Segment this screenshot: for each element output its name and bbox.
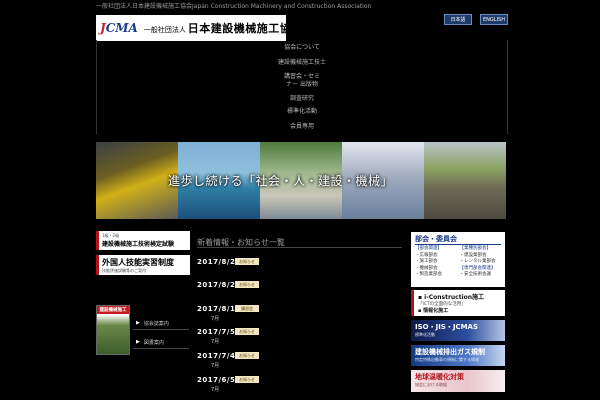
- menu-item-about[interactable]: 協会について: [97, 44, 507, 52]
- news-badge: お知らせ: [235, 328, 259, 335]
- news-text: 7月: [211, 316, 220, 322]
- side-link-journal[interactable]: ▶ 協会誌案内: [133, 317, 189, 330]
- arrow-right-icon: ▶: [136, 339, 140, 345]
- journal-cover[interactable]: 建設機械施工: [96, 305, 130, 355]
- news-date: 2017/8/2: [197, 281, 236, 289]
- main-menu: 協会について 建設機械施工技士 講習会・セミナー 出版物 調査研究 標準化活動 …: [96, 40, 508, 134]
- emission-sub: 特定特殊自動車の規制に関する情報: [415, 357, 479, 362]
- hero-photo-excavator: [424, 142, 506, 219]
- news-badge: お知らせ: [235, 258, 259, 265]
- committee-heading: 【業種別部会】: [459, 246, 492, 251]
- i-construction-title: ▪ i-Construction施工: [418, 294, 485, 301]
- journal-cover-title: 建設機械施工: [97, 306, 129, 314]
- side-links: ▶ 協会誌案内 ▶ 図書案内: [133, 315, 189, 349]
- news-badge: お知らせ: [235, 281, 259, 288]
- foreign-trainee-sub: 技能評価試験等のご案内: [102, 268, 146, 273]
- committee-link[interactable]: 安全技術会議: [460, 272, 502, 279]
- standards-title: ISO・JIS・JCMAS: [415, 323, 479, 331]
- arrow-right-icon: ▶: [136, 320, 140, 326]
- global-warming-title: 地球温暖化対策: [415, 373, 464, 381]
- lang-english-button[interactable]: ENGLISH: [480, 14, 508, 25]
- logo-main-name: 日本建設機械施工協会: [187, 22, 303, 35]
- news-badge: お知らせ: [235, 376, 259, 383]
- news-date: 2017/6/5: [197, 376, 236, 384]
- news-badge: お知らせ: [235, 352, 259, 359]
- committees-title: 部会・委員会: [415, 234, 501, 245]
- emission-title: 建設機械排出ガス規制: [415, 348, 485, 356]
- committees-box: 部会・委員会 【部会関連】 広報部会 施工部会 機械部会 製造業部会 【業種別部…: [411, 232, 505, 287]
- site-tagline: 一般社団法人日本建設機械施工協会Japan Construction Machi…: [96, 3, 372, 10]
- standards-sub: 標準化活動: [415, 332, 435, 337]
- news-date: 2017/7/4: [197, 352, 236, 360]
- i-construction-card[interactable]: ▪ i-Construction施工 「ICTの全面的な活用」 ▪ 情報化施工: [411, 290, 505, 316]
- committee-link[interactable]: レンタル業部会: [460, 259, 502, 266]
- hero-caption: 進歩し続ける「社会・人・建設・機械」: [168, 174, 394, 188]
- logo-mark: JCMA: [100, 21, 138, 35]
- lang-japanese-button[interactable]: 日本語: [444, 14, 472, 25]
- exam-banner[interactable]: 1級・2級 建設機械施工技術検定試験: [96, 231, 190, 250]
- news-badge: 講習会: [235, 305, 259, 312]
- menu-item-seminars[interactable]: 講習会・セミナー 出版物: [282, 73, 322, 89]
- news-text: 7月: [211, 387, 220, 393]
- foreign-trainee-title: 外国人技能実習制度: [102, 258, 174, 267]
- site-logo[interactable]: JCMA 一般社団法人 日本建設機械施工協会: [96, 15, 302, 41]
- news-text: 7月: [211, 363, 220, 369]
- logo-name: 一般社団法人 日本建設機械施工協会: [144, 20, 303, 36]
- side-link-label: 協会誌案内: [143, 320, 169, 327]
- menu-item-members[interactable]: 会員専用: [97, 123, 507, 131]
- news-text: 7月: [211, 339, 220, 345]
- side-link-label: 図書案内: [143, 339, 164, 346]
- menu-item-standards[interactable]: 標準化活動: [97, 108, 507, 116]
- ict-construction-title: ▪ 情報化施工: [418, 308, 449, 314]
- logo-prefix: 一般社団法人: [143, 26, 186, 34]
- foreign-trainee-banner[interactable]: 外国人技能実習制度 技能評価試験等のご案内: [96, 255, 190, 275]
- news-date: 2017/7/5: [197, 328, 236, 336]
- news-date: 2017/8/1: [197, 305, 236, 313]
- news-date: 2017/8/2: [197, 258, 236, 266]
- global-warming-card[interactable]: 地球温暖化対策 協会における取組: [411, 370, 505, 392]
- committee-heading: 【部会関連】: [415, 246, 442, 251]
- standards-card[interactable]: ISO・JIS・JCMAS 標準化活動: [411, 320, 505, 341]
- logo-mark-rest: CMA: [105, 21, 138, 35]
- menu-item-research[interactable]: 調査研究: [97, 95, 507, 103]
- language-switcher: 日本語 ENGLISH: [444, 14, 508, 25]
- committee-link[interactable]: 製造業部会: [415, 272, 457, 279]
- hero-photo-machinery: [96, 142, 178, 219]
- menu-item-engineer[interactable]: 建設機械施工技士: [97, 59, 507, 67]
- side-link-books[interactable]: ▶ 図書案内: [133, 336, 189, 349]
- news-divider: [197, 247, 402, 248]
- emission-card[interactable]: 建設機械排出ガス規制 特定特殊自動車の規制に関する情報: [411, 345, 505, 366]
- hero-banner: 進歩し続ける「社会・人・建設・機械」: [96, 142, 506, 219]
- global-warming-sub: 協会における取組: [415, 382, 447, 387]
- exam-banner-title: 建設機械施工技術検定試験: [102, 241, 175, 248]
- committee-link[interactable]: 施工部会: [415, 259, 457, 266]
